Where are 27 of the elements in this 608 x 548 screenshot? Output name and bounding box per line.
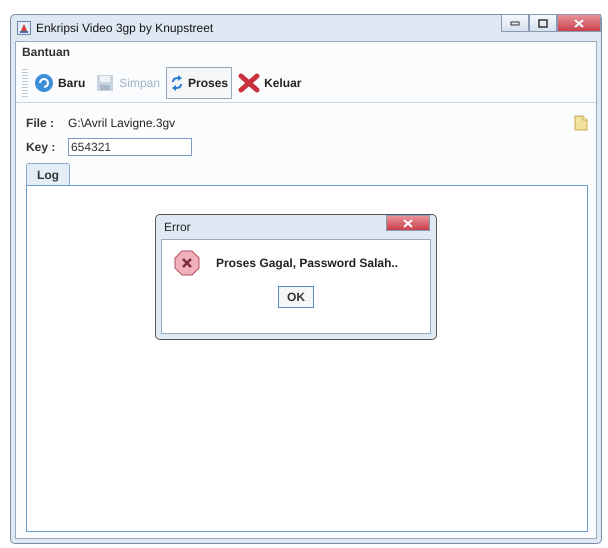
sync-icon <box>170 74 184 92</box>
close-icon <box>574 18 584 28</box>
field-label: File : <box>26 116 56 130</box>
close-icon <box>403 218 413 228</box>
app-icon <box>17 21 31 35</box>
save-icon <box>95 73 116 93</box>
cross-icon <box>238 73 260 93</box>
close-button[interactable] <box>386 215 430 231</box>
error-message: Proses Gagal, Password Salah.. <box>216 256 398 270</box>
window-title: Enkripsi Video 3gp by Knupstreet <box>36 21 214 35</box>
refresh-icon <box>34 73 54 93</box>
field-label: Key : <box>26 140 56 154</box>
ok-button[interactable]: OK <box>278 286 314 308</box>
toolbar-button[interactable]: Keluar <box>234 67 306 99</box>
maximize-icon <box>538 18 548 28</box>
dialog-title: Error <box>164 220 192 234</box>
close-button[interactable] <box>557 14 601 32</box>
file-path: G:\Avril Lavigne.3gv <box>68 116 176 130</box>
tab[interactable]: Log <box>26 163 70 185</box>
toolbar-button[interactable]: Baru <box>30 67 90 99</box>
minimize-icon <box>510 20 520 26</box>
minimize-button[interactable] <box>501 14 529 32</box>
error-icon <box>174 250 200 276</box>
maximize-button[interactable] <box>529 14 557 32</box>
toolbar-button[interactable]: Proses <box>166 67 232 99</box>
menu-item[interactable]: Bantuan <box>22 45 70 59</box>
key-field[interactable]: 654321 <box>68 138 192 156</box>
